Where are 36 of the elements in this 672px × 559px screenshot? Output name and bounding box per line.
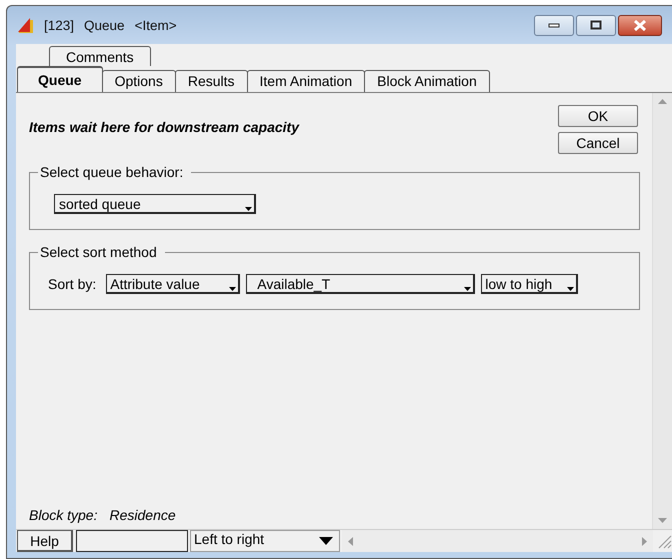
block-type-label: Block type: [29, 507, 98, 523]
group-title: Select sort method [39, 244, 158, 260]
minimize-icon [548, 22, 560, 28]
close-button[interactable] [618, 14, 662, 36]
caret-icon [464, 287, 472, 291]
tab[interactable]: Block Animation [364, 70, 490, 92]
window-title: [123] [44, 18, 74, 32]
sort-dropdown[interactable]: Attribute value [106, 274, 240, 294]
maximize-button[interactable] [576, 14, 616, 36]
vertical-scrollbar[interactable] [652, 93, 672, 529]
caret-icon [567, 287, 574, 291]
status-field[interactable] [76, 530, 188, 552]
queue-behavior-dropdown[interactable]: sorted queue [54, 194, 256, 214]
group-title: Select queue behavior: [39, 164, 184, 180]
ok-button[interactable]: OK [558, 105, 638, 127]
sort-by-label: Sort by: [48, 276, 96, 292]
tab[interactable]: Options [102, 70, 176, 92]
horizontal-scrollbar[interactable] [342, 530, 653, 552]
sort-dropdown[interactable]: low to high [481, 274, 578, 294]
dropdown-arrow-icon [319, 537, 333, 545]
window-title: Queue [84, 18, 125, 32]
tab[interactable]: Queue [17, 66, 103, 92]
window-title: <Item> [134, 18, 177, 32]
caret-icon [229, 287, 236, 291]
app-icon [16, 16, 34, 34]
block-type-value: Residence [109, 507, 176, 523]
cancel-button[interactable]: Cancel [558, 132, 638, 154]
caret-icon [245, 207, 252, 211]
direction-dropdown[interactable]: Left to right [190, 530, 340, 552]
description-text: Items wait here for downstream capacity [29, 119, 299, 135]
minimize-button[interactable] [534, 14, 574, 36]
tab[interactable]: Comments [49, 46, 151, 66]
sort-dropdown[interactable]: Available_T [246, 274, 476, 294]
close-icon [633, 20, 647, 30]
maximize-icon [590, 20, 602, 30]
help-button[interactable]: Help [17, 530, 73, 552]
